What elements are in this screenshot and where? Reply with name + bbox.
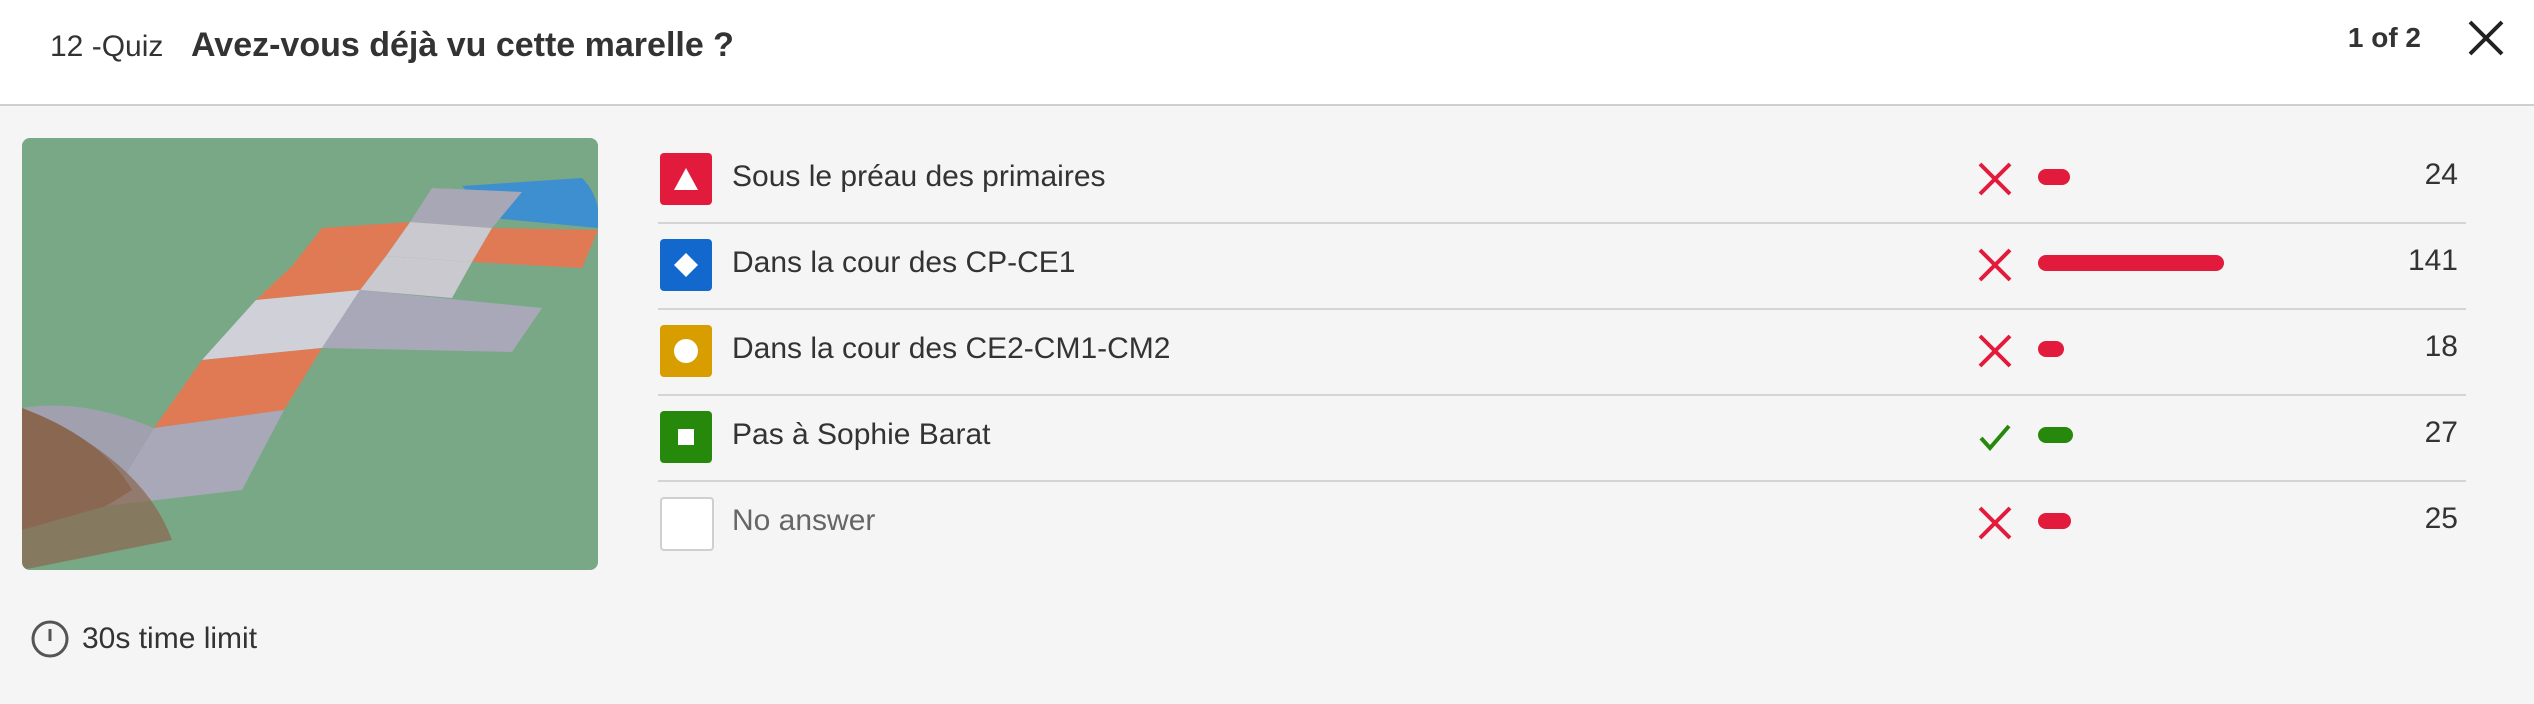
wrong-icon — [1978, 162, 2012, 196]
answer-label: Dans la cour des CP-CE1 — [732, 246, 1076, 279]
quiz-header: 12 -Quiz Avez-vous déjà vu cette marelle… — [0, 0, 2534, 106]
timer-icon — [31, 620, 69, 658]
answer-count: 24 — [2424, 158, 2458, 191]
wrong-icon — [1978, 506, 2012, 540]
result-bar — [2038, 513, 2071, 529]
time-limit-label: 30s time limit — [82, 622, 258, 655]
wrong-icon — [1978, 334, 2012, 368]
answer-row: No answer 25 — [658, 482, 2466, 566]
empty-answer-box — [660, 497, 714, 551]
circle-icon — [660, 325, 712, 377]
wrong-icon — [1978, 248, 2012, 282]
square-icon — [660, 411, 712, 463]
time-limit: 30s time limit — [30, 618, 257, 660]
answer-count: 27 — [2424, 416, 2458, 449]
question-counter: 1 of 2 — [2347, 22, 2421, 53]
result-bar — [2038, 427, 2073, 443]
result-bar — [2038, 255, 2224, 271]
answer-label: Pas à Sophie Barat — [732, 418, 991, 451]
answer-row: Pas à Sophie Barat 27 — [658, 396, 2466, 482]
answer-label: Dans la cour des CE2-CM1-CM2 — [732, 332, 1171, 365]
close-icon[interactable] — [2464, 16, 2508, 60]
answer-row: Sous le préau des primaires 24 — [658, 138, 2466, 224]
answer-count: 25 — [2424, 502, 2458, 535]
answer-count: 141 — [2407, 244, 2458, 277]
result-bar — [2038, 341, 2064, 357]
triangle-icon — [660, 153, 712, 205]
diamond-icon — [660, 239, 712, 291]
question-number: 12 -Quiz — [50, 30, 164, 63]
check-icon — [1979, 424, 2011, 452]
answer-row: Dans la cour des CE2-CM1-CM2 18 — [658, 310, 2466, 396]
answer-row: Dans la cour des CP-CE1 141 — [658, 224, 2466, 310]
answer-label: Sous le préau des primaires — [732, 160, 1106, 193]
hopscotch-photo — [22, 138, 598, 570]
answer-label: No answer — [732, 504, 876, 537]
answer-list: Sous le préau des primaires 24 Dans la c… — [658, 138, 2466, 566]
question-title: Avez-vous déjà vu cette marelle ? — [191, 26, 734, 64]
result-bar — [2038, 169, 2070, 185]
answer-count: 18 — [2424, 330, 2458, 363]
